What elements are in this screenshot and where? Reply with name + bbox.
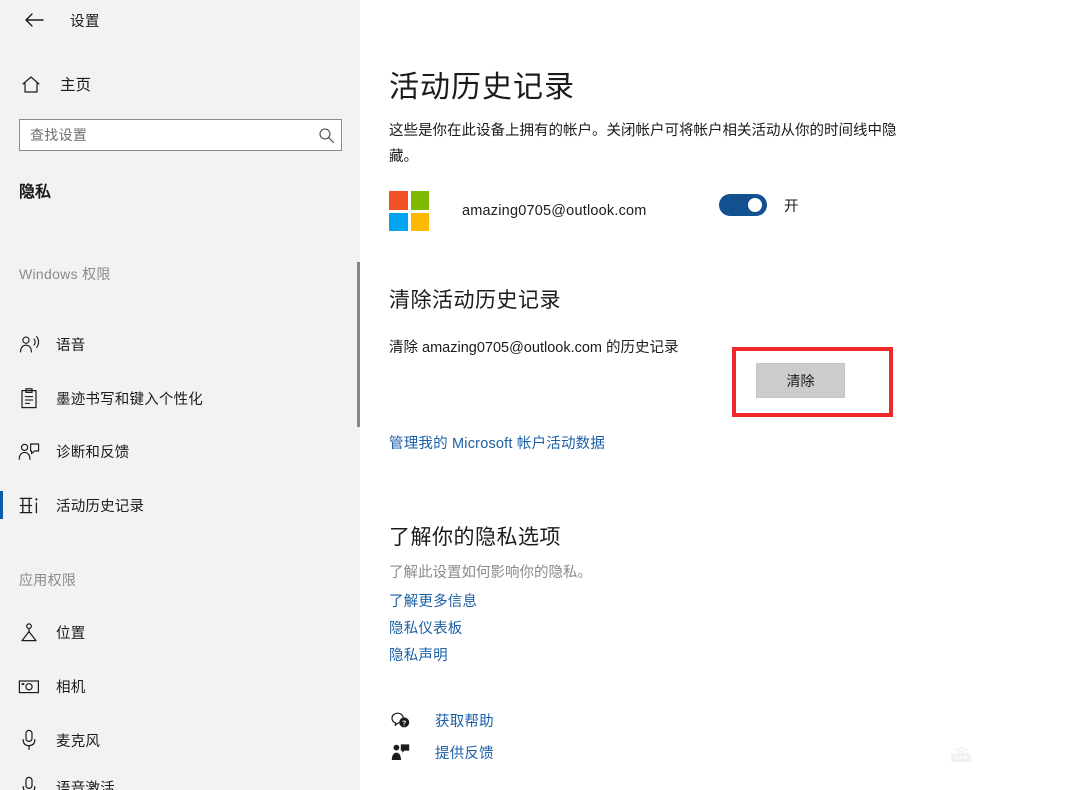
manage-account-data-link[interactable]: 管理我的 Microsoft 帐户活动数据 <box>389 432 605 453</box>
sidebar: 设置 主页 查找设置 隐私 Windows 权限 语音 墨迹书写和键入个性化 诊… <box>0 0 360 790</box>
privacy-section-heading: 了解你的隐私选项 <box>389 526 561 549</box>
sidebar-item-activity-history[interactable]: 活动历史记录 <box>0 483 345 527</box>
clear-button[interactable]: 清除 <box>756 363 845 398</box>
microphone-icon <box>16 729 42 751</box>
sidebar-item-camera[interactable]: 相机 <box>0 664 345 708</box>
speech-person-icon <box>16 335 42 354</box>
sidebar-item-label: 位置 <box>56 625 86 642</box>
sidebar-item-label: 相机 <box>56 679 86 696</box>
titlebar-left: 设置 <box>0 0 360 40</box>
back-button[interactable] <box>12 4 56 36</box>
search-placeholder: 查找设置 <box>30 127 88 143</box>
account-email: amazing0705@outlook.com <box>462 203 647 219</box>
privacy-links-list: 了解更多信息 隐私仪表板 隐私声明 <box>389 590 477 671</box>
voice-activation-icon <box>16 776 42 790</box>
settings-window: 设置 主页 查找设置 隐私 Windows 权限 语音 墨迹书写和键入个性化 诊… <box>0 0 1080 790</box>
page-description: 这些是你在此设备上拥有的帐户。关闭帐户可将帐户相关活动从你的时间线中隐藏。 <box>389 123 897 165</box>
privacy-section-subtitle: 了解此设置如何影响你的隐私。 <box>389 565 592 581</box>
sidebar-item-speech[interactable]: 语音 <box>0 322 345 366</box>
clear-section-heading: 清除活动历史记录 <box>389 289 561 312</box>
sidebar-item-diagnostics-feedback[interactable]: 诊断和反馈 <box>0 429 345 473</box>
sidebar-item-label: 诊断和反馈 <box>56 444 130 461</box>
sidebar-group-heading-apps: 应用权限 <box>19 572 77 588</box>
clipboard-icon <box>16 387 42 409</box>
sidebar-group-heading-windows: Windows 权限 <box>19 266 111 282</box>
footer-links: ? 获取帮助 提供反馈 <box>389 704 494 768</box>
sidebar-item-label: 语音激活 <box>56 780 115 790</box>
sidebar-item-voice-activation[interactable]: 语音激活 <box>0 772 345 790</box>
svg-text:?: ? <box>402 720 406 727</box>
sidebar-item-inking-typing[interactable]: 墨迹书写和键入个性化 <box>0 376 345 420</box>
clear-section-description: 清除 amazing0705@outlook.com 的历史记录 <box>389 340 679 356</box>
timeline-icon <box>16 496 42 515</box>
sidebar-item-label: 麦克风 <box>56 733 101 750</box>
privacy-statement-link[interactable]: 隐私声明 <box>389 644 477 665</box>
account-toggle-wrap: 开 <box>719 194 799 216</box>
sidebar-category-title: 隐私 <box>19 184 52 201</box>
sidebar-item-location[interactable]: 位置 <box>0 610 345 654</box>
search-input[interactable]: 查找设置 <box>19 119 342 151</box>
main-content: 活动历史记录 这些是你在此设备上拥有的帐户。关闭帐户可将帐户相关活动从你的时间线… <box>360 0 1080 790</box>
camera-icon <box>16 678 42 695</box>
privacy-dashboard-link[interactable]: 隐私仪表板 <box>389 617 477 638</box>
app-title: 设置 <box>70 13 100 30</box>
search-icon[interactable] <box>311 127 341 144</box>
toggle-state-label: 开 <box>784 198 799 215</box>
microsoft-logo-icon <box>389 191 429 231</box>
get-help-row[interactable]: ? 获取帮助 <box>389 704 494 736</box>
help-bubble-icon: ? <box>389 712 411 729</box>
feedback-person-icon <box>389 743 411 761</box>
back-arrow-icon <box>25 13 44 27</box>
sidebar-item-label: 语音 <box>56 337 86 354</box>
give-feedback-row[interactable]: 提供反馈 <box>389 736 494 768</box>
give-feedback-link[interactable]: 提供反馈 <box>435 742 494 763</box>
home-label: 主页 <box>60 77 92 94</box>
location-pin-icon <box>16 622 42 643</box>
get-help-link[interactable]: 获取帮助 <box>435 710 494 731</box>
person-feedback-icon <box>16 442 42 461</box>
toggle-knob <box>748 198 762 212</box>
learn-more-link[interactable]: 了解更多信息 <box>389 590 477 611</box>
sidebar-item-label: 墨迹书写和键入个性化 <box>56 391 203 408</box>
account-row: amazing0705@outlook.com 开 <box>389 186 949 236</box>
sidebar-item-home[interactable]: 主页 <box>0 64 340 104</box>
activity-history-toggle[interactable] <box>719 194 767 216</box>
sidebar-item-microphone[interactable]: 麦克风 <box>0 718 345 762</box>
sidebar-item-label: 活动历史记录 <box>56 498 145 515</box>
home-icon <box>18 75 44 94</box>
page-title: 活动历史记录 <box>389 71 575 104</box>
